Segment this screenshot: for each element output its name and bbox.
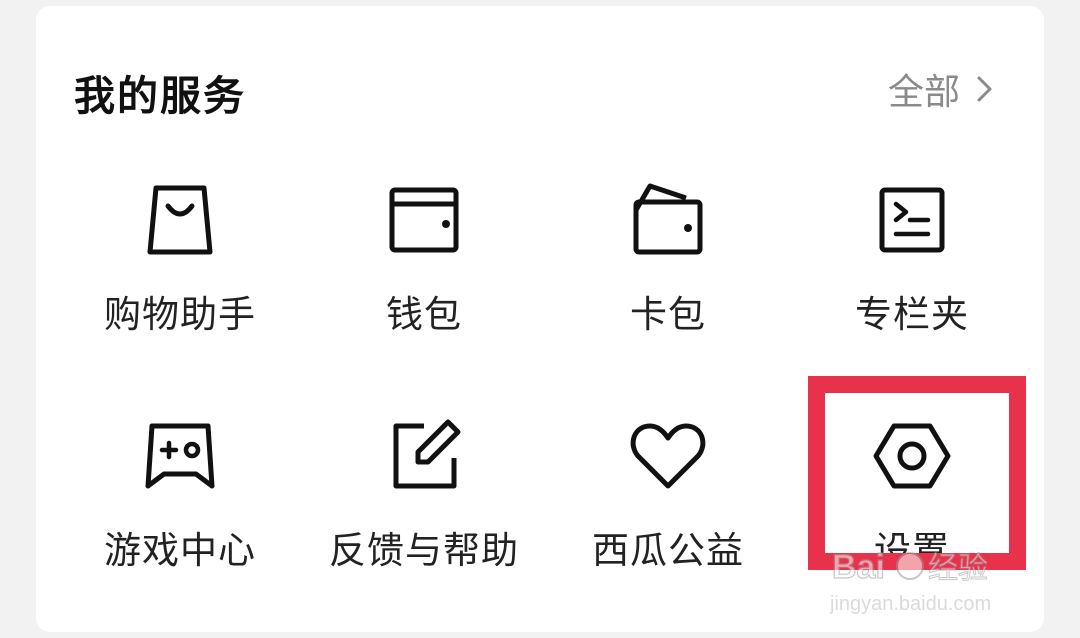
service-xigua-charity[interactable]: 西瓜公益: [558, 416, 778, 616]
service-shopping-assistant[interactable]: 购物助手: [70, 180, 290, 380]
service-wallet[interactable]: 钱包: [314, 180, 534, 380]
edit-feedback-icon: [384, 416, 464, 496]
card-holder-icon: [628, 180, 708, 260]
service-label: 游戏中心: [104, 529, 256, 572]
service-label: 反馈与帮助: [329, 529, 519, 572]
shopping-bag-icon: [140, 180, 220, 260]
service-column-folder[interactable]: 专栏夹: [802, 180, 1022, 380]
section-title: 我的服务: [74, 72, 246, 120]
service-label: 购物助手: [104, 293, 256, 336]
wallet-icon: [384, 180, 464, 260]
chevron-right-icon: [976, 75, 994, 103]
service-label: 卡包: [630, 293, 706, 336]
service-label: 西瓜公益: [592, 529, 744, 572]
heart-icon: [628, 416, 708, 496]
service-settings[interactable]: 设置: [802, 416, 1022, 616]
service-label: 设置: [874, 529, 950, 572]
service-label: 钱包: [386, 293, 462, 336]
view-all-label: 全部: [888, 72, 961, 113]
service-label: 专栏夹: [855, 293, 969, 336]
column-folder-icon: [872, 180, 952, 260]
service-card-holder[interactable]: 卡包: [558, 180, 778, 380]
service-feedback-help[interactable]: 反馈与帮助: [314, 416, 534, 616]
settings-hex-icon: [872, 416, 952, 496]
view-all-link[interactable]: 全部: [888, 64, 994, 114]
gamepad-icon: [140, 416, 220, 496]
service-game-center[interactable]: 游戏中心: [70, 416, 290, 616]
